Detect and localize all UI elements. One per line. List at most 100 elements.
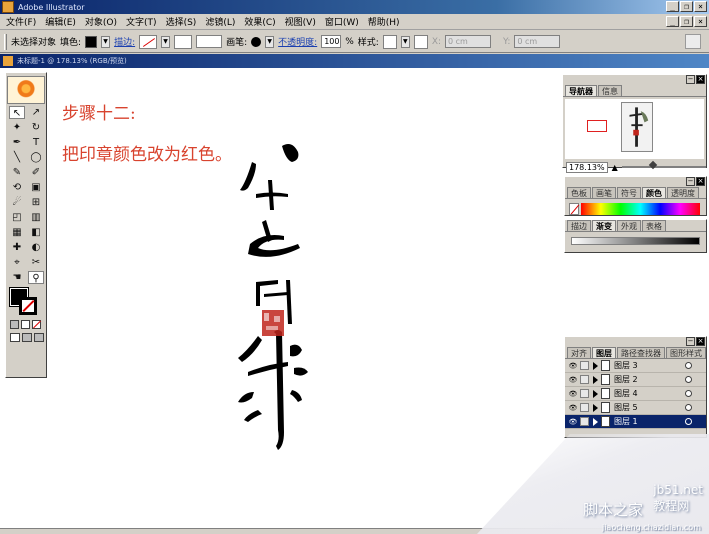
target-circle-icon[interactable] [685,362,692,369]
direct-selection-tool-icon[interactable]: ↗ [28,106,44,119]
expand-triangle-icon[interactable] [593,403,598,412]
tab-color[interactable]: 颜色 [642,187,666,198]
menu-filter[interactable]: 滤镜(L) [205,15,235,28]
fill-dropdown-icon[interactable]: ▼ [101,35,111,48]
target-circle-icon[interactable] [685,376,692,383]
tab-align[interactable]: 对齐 [567,347,591,358]
eye-icon[interactable]: 👁 [568,417,578,427]
layer-name[interactable]: 图层 1 [614,416,638,427]
panel-close-button[interactable]: × [696,337,705,346]
menu-window[interactable]: 窗口(W) [325,15,359,28]
zoom-slider[interactable] [621,160,706,170]
expand-triangle-icon[interactable] [593,389,598,398]
menu-edit[interactable]: 编辑(E) [45,15,76,28]
layer-name[interactable]: 图层 3 [614,360,638,371]
tab-navigator[interactable]: 导航器 [565,85,597,96]
style-dropdown-icon[interactable]: ▼ [400,35,410,48]
brush-dropdown-icon[interactable]: ▼ [265,35,275,48]
gradient-slider-bar[interactable] [571,237,700,245]
zoom-tool-icon[interactable]: ⚲ [28,271,44,284]
pencil-tool-icon[interactable]: ✐ [28,166,44,179]
lock-toggle[interactable] [580,403,589,412]
close-button[interactable]: × [694,1,707,12]
eye-icon[interactable]: 👁 [568,403,578,413]
selection-tool-icon[interactable]: ↖ [9,106,25,119]
menu-object[interactable]: 对象(O) [85,15,117,28]
menu-type[interactable]: 文字(T) [126,15,157,28]
tab-symbols[interactable]: 符号 [617,187,641,198]
standard-screen-mode-icon[interactable] [10,333,20,342]
zoom-slider-knob[interactable] [648,160,657,170]
full-screen-mode-icon[interactable] [34,333,44,342]
tab-pathfinder[interactable]: 路径查找器 [617,347,665,358]
panel-minimize-button[interactable]: − [686,75,695,84]
eye-icon[interactable]: 👁 [568,375,578,385]
tab-transparency[interactable]: 透明度 [667,187,699,198]
tab-appearance[interactable]: 外观 [617,220,641,231]
hand-tool-icon[interactable]: ☚ [9,271,25,284]
target-circle-icon[interactable] [685,418,692,425]
brush-dot-icon[interactable] [251,36,262,47]
layer-name[interactable]: 图层 5 [614,402,638,413]
rotate-tool-icon[interactable]: ⟲ [9,181,25,194]
none-mode-icon[interactable] [32,320,41,329]
panel-minimize-button[interactable]: − [686,337,695,346]
none-color-swatch[interactable] [569,203,579,215]
control-bar-grip[interactable] [4,33,7,50]
navigator-preview[interactable] [565,99,704,159]
opacity-label[interactable]: 不透明度: [278,35,317,48]
tab-brushes[interactable]: 画笔 [592,187,616,198]
color-mode-icon[interactable] [10,320,19,329]
menu-select[interactable]: 选择(S) [166,15,197,28]
illustrator-logo[interactable] [7,76,45,104]
stroke-none-swatch[interactable] [139,34,158,49]
panel-close-button[interactable]: × [696,75,705,84]
zoom-out-icon[interactable]: ▲ [612,163,618,172]
tab-info[interactable]: 信息 [598,85,622,96]
tab-graphic-styles[interactable]: 图形样式 [666,347,706,358]
free-transform-tool-icon[interactable]: ⊞ [28,196,44,209]
stroke-weight-stepper[interactable] [174,34,193,49]
column-graph-tool-icon[interactable]: ▥ [28,211,44,224]
restore-button[interactable]: ❐ [680,1,693,12]
layer-row[interactable]: 👁 图层 3 [565,359,706,373]
panel-close-button[interactable]: × [696,177,705,186]
tab-gradient[interactable]: 渐变 [592,220,616,231]
stroke-swatch[interactable] [19,297,37,315]
mesh-tool-icon[interactable]: ▦ [9,226,25,239]
line-tool-icon[interactable]: ╲ [9,151,25,164]
layer-row-selected[interactable]: 👁 图层 1 [565,415,706,429]
ellipse-tool-icon[interactable]: ◯ [28,151,44,164]
live-paint-tool-icon[interactable]: ⌖ [9,256,25,269]
color-spectrum[interactable] [581,203,700,215]
gradient-tool-icon[interactable]: ◧ [28,226,44,239]
scissors-tool-icon[interactable]: ✂ [28,256,44,269]
full-screen-menu-mode-icon[interactable] [22,333,32,342]
layer-row[interactable]: 👁 图层 5 [565,401,706,415]
doc-restore-button[interactable]: ❐ [680,16,693,27]
layer-row[interactable]: 👁 图层 2 [565,373,706,387]
stroke-weight-field[interactable] [196,35,223,48]
minimize-button[interactable]: _ [666,1,679,12]
lock-toggle[interactable] [580,417,589,426]
expand-triangle-icon[interactable] [593,417,598,426]
eye-icon[interactable]: 👁 [568,361,578,371]
reference-point-icon[interactable] [413,34,428,49]
tab-tables[interactable]: 表格 [642,220,666,231]
y-field[interactable]: 0 cm [514,35,561,48]
lasso-tool-icon[interactable]: ↻ [28,121,44,134]
magic-wand-tool-icon[interactable]: ✦ [9,121,25,134]
lock-toggle[interactable] [580,389,589,398]
blend-tool-icon[interactable]: ◐ [28,241,44,254]
zoom-level[interactable]: 178.13% [566,161,608,173]
layer-row[interactable]: 👁 图层 4 [565,387,706,401]
layer-name[interactable]: 图层 4 [614,388,638,399]
pen-tool-icon[interactable]: ✒ [9,136,25,149]
panel-minimize-button[interactable]: − [686,177,695,186]
view-box-indicator[interactable] [587,120,607,132]
x-field[interactable]: 0 cm [445,35,492,48]
target-circle-icon[interactable] [685,390,692,397]
scale-tool-icon[interactable]: ▣ [28,181,44,194]
lock-toggle[interactable] [580,375,589,384]
warp-tool-icon[interactable]: ☄ [9,196,25,209]
